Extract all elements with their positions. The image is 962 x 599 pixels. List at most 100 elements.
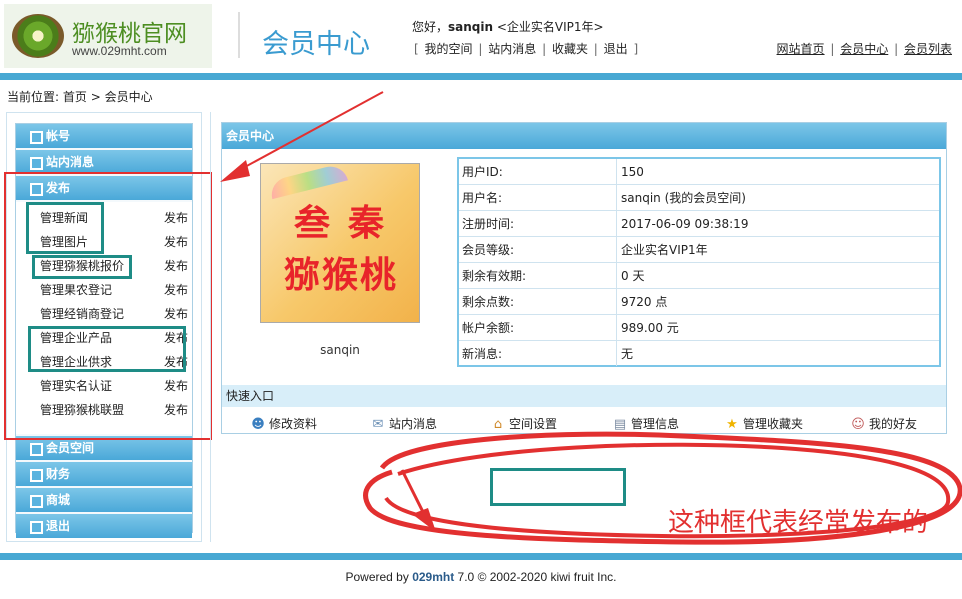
breadcrumb-current: 会员中心 — [104, 90, 153, 104]
table-row: 用户ID: 150 — [459, 159, 939, 185]
member-center-link[interactable]: 会员中心 — [840, 42, 888, 56]
my-space-link[interactable]: 我的空间 — [425, 42, 473, 56]
manage-farmers-link[interactable]: 管理果农登记 — [40, 280, 112, 300]
quick-label: 管理收藏夹 — [743, 417, 804, 431]
legend-highlight-box — [490, 468, 626, 506]
sidebar-section-publish[interactable]: 发布 — [16, 176, 192, 200]
username: sanqin — [448, 20, 494, 34]
home-link[interactable]: 网站首页 — [777, 42, 825, 56]
member-info-table: 用户ID: 150 用户名: sanqin (我的会员空间) 注册时间: 2017-0… — [457, 157, 941, 367]
publish-alliance-link[interactable]: 发布 — [164, 400, 188, 420]
quick-label: 管理信息 — [631, 417, 680, 431]
publish-verification-link[interactable]: 发布 — [164, 376, 188, 396]
quick-space-settings[interactable]: ⌂ 空间设置 — [490, 415, 557, 433]
avatar-text-line2: 猕猴桃 — [283, 254, 398, 296]
manage-prices-link[interactable]: 管理猕猴桃报价 — [40, 256, 124, 276]
logo-text: 猕猴桃官网 — [72, 21, 187, 47]
sidebar-section-space[interactable]: 会员空间 — [16, 436, 192, 460]
page-header: 猕猴桃官网 www.029mht.com 会员中心 您好，sanqin <企业实… — [0, 0, 962, 72]
breadcrumb-arrow: > — [90, 90, 101, 104]
info-value: 0 天 — [621, 269, 645, 283]
user-links: [ 我的空间 | 站内消息 | 收藏夹 | 退出 ] — [414, 42, 639, 56]
annotation-note: 这种框代表经常发布的 — [668, 508, 929, 538]
avatar-text-line1: 叁秦 — [293, 202, 402, 244]
publish-submenu: 管理新闻 发布 管理图片 发布 管理猕猴桃报价 发布 管理果农登记 发布 管理经销商登记… — [16, 202, 192, 434]
sidebar-section-account[interactable]: 帐号 — [16, 124, 192, 148]
footer-prefix: Powered by — [345, 570, 413, 584]
member-list-link[interactable]: 会员列表 — [904, 42, 952, 56]
list-item: 管理果农登记 发布 — [40, 280, 188, 300]
publish-images-link[interactable]: 发布 — [164, 232, 188, 252]
quick-manage-info[interactable]: ▤ 管理信息 — [612, 415, 679, 433]
info-value: 9720 点 — [621, 295, 668, 309]
info-label: 新消息: — [459, 341, 617, 366]
info-value: 989.00 元 — [621, 321, 679, 335]
manage-products-link[interactable]: 管理企业产品 — [40, 328, 112, 348]
list-item: 管理经销商登记 发布 — [40, 304, 188, 324]
quick-friends[interactable]: ☺ 我的好友 — [850, 415, 917, 433]
info-label: 帐户余额: — [459, 315, 617, 340]
kiwi-icon — [12, 14, 64, 58]
info-value[interactable]: sanqin (我的会员空间) — [621, 185, 746, 211]
publish-prices-link[interactable]: 发布 — [164, 256, 188, 276]
table-row: 帐户余额: 989.00 元 — [459, 315, 939, 341]
table-row: 剩余有效期: 0 天 — [459, 263, 939, 289]
list-item: 管理实名认证 发布 — [40, 376, 188, 396]
greeting: 您好，sanqin <企业实名VIP1年> — [412, 18, 604, 35]
sidebar-menu: 帐号 站内消息 发布 管理新闻 发布 管理图片 发布 管理猕猴桃报价 发布 管理果农登… — [15, 123, 193, 538]
table-row: 注册时间: 2017-06-09 09:38:19 — [459, 211, 939, 237]
quick-edit-profile[interactable]: ☻ 修改资料 — [250, 415, 317, 433]
publish-products-link[interactable]: 发布 — [164, 328, 188, 348]
list-item: 管理企业供求 发布 — [40, 352, 188, 372]
info-value: 2017-06-09 09:38:19 — [621, 217, 749, 231]
friends-icon: ☺ — [851, 416, 865, 432]
quick-favorites[interactable]: ★ 管理收藏夹 — [724, 415, 803, 433]
panel-title: 会员中心 — [222, 123, 946, 149]
publish-supply-link[interactable]: 发布 — [164, 352, 188, 372]
sidebar-section-messages[interactable]: 站内消息 — [16, 150, 192, 174]
header-bar — [0, 73, 962, 80]
manage-dealers-link[interactable]: 管理经销商登记 — [40, 304, 124, 324]
info-label: 剩余有效期: — [459, 263, 617, 288]
info-label: 用户名: — [459, 185, 617, 210]
user-edit-icon: ☻ — [251, 416, 265, 432]
info-value: 150 — [621, 165, 644, 179]
avatar-username: sanqin — [320, 343, 360, 357]
footer-copyright: © 2002-2020 kiwi fruit Inc. — [477, 570, 617, 584]
manage-supply-link[interactable]: 管理企业供求 — [40, 352, 112, 372]
logout-link[interactable]: 退出 — [604, 42, 628, 56]
manage-alliance-link[interactable]: 管理猕猴桃联盟 — [40, 400, 124, 420]
manage-images-link[interactable]: 管理图片 — [40, 232, 88, 252]
table-row: 剩余点数: 9720 点 — [459, 289, 939, 315]
left-column: 帐号 站内消息 发布 管理新闻 发布 管理图片 发布 管理猕猴桃报价 发布 管理果农登… — [6, 112, 202, 542]
quick-label: 修改资料 — [269, 417, 318, 431]
sidebar-section-logout[interactable]: 退出 — [16, 514, 192, 538]
document-icon: ▤ — [613, 416, 627, 432]
manage-verification-link[interactable]: 管理实名认证 — [40, 376, 112, 396]
top-nav: 网站首页 | 会员中心 | 会员列表 — [776, 42, 952, 56]
footer-brand[interactable]: 029mht — [412, 570, 454, 584]
quick-messages[interactable]: ✉ 站内消息 — [370, 415, 437, 433]
mail-icon: ✉ — [372, 416, 384, 432]
publish-dealers-link[interactable]: 发布 — [164, 304, 188, 324]
breadcrumb-label: 当前位置: — [7, 90, 60, 104]
table-row: 会员等级: 企业实名VIP1年 — [459, 237, 939, 263]
messages-link[interactable]: 站内消息 — [488, 42, 536, 56]
site-logo[interactable]: 猕猴桃官网 www.029mht.com — [4, 4, 212, 68]
info-label: 剩余点数: — [459, 289, 617, 314]
avatar[interactable]: 叁秦 猕猴桃 — [260, 162, 420, 323]
publish-farmers-link[interactable]: 发布 — [164, 280, 188, 300]
home-icon: ⌂ — [493, 416, 503, 432]
sidebar-section-finance[interactable]: 财务 — [16, 462, 192, 486]
publish-news-link[interactable]: 发布 — [164, 208, 188, 228]
breadcrumb-home[interactable]: 首页 — [63, 90, 87, 104]
favorites-link[interactable]: 收藏夹 — [552, 42, 588, 56]
info-value: 无 — [621, 347, 634, 361]
manage-news-link[interactable]: 管理新闻 — [40, 208, 88, 228]
quick-label: 站内消息 — [389, 417, 438, 431]
quick-access-title: 快速入口 — [222, 385, 946, 407]
table-row: 用户名: sanqin (我的会员空间) — [459, 185, 939, 211]
sidebar-section-mall[interactable]: 商城 — [16, 488, 192, 512]
info-value: 企业实名VIP1年 — [621, 243, 708, 257]
footer-version: 7.0 — [454, 570, 475, 584]
